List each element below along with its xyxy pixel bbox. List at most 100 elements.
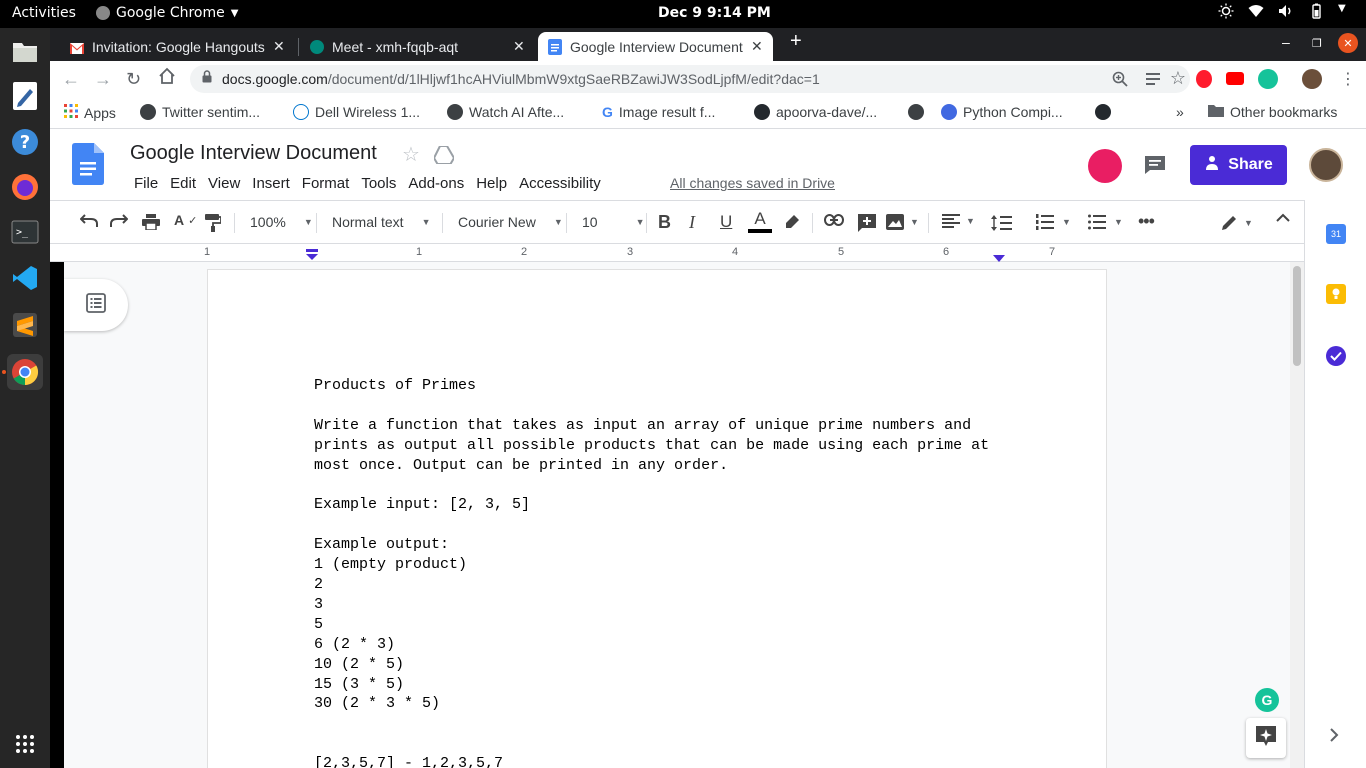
bulleted-list-icon[interactable]: ▼ — [1088, 214, 1123, 230]
maximize-icon[interactable]: ❐ — [1312, 37, 1322, 50]
underline-icon[interactable]: U — [720, 212, 732, 232]
document-outline-button[interactable] — [64, 279, 128, 331]
vertical-scrollbar[interactable] — [1290, 262, 1304, 768]
highlight-color-icon[interactable] — [784, 214, 800, 230]
menu-tools[interactable]: Tools — [355, 175, 402, 192]
reload-icon[interactable]: ↻ — [126, 69, 141, 90]
terminal-icon[interactable]: >_ — [7, 214, 43, 250]
bookmark-image-result[interactable]: G Image result f... — [602, 104, 715, 120]
close-tab-icon[interactable]: ✕ — [513, 38, 525, 55]
tab-gmail[interactable]: Invitation: Google Hangouts ✕ — [60, 32, 295, 61]
undo-icon[interactable] — [80, 214, 98, 228]
zoom-select[interactable]: 100% ▼ — [250, 214, 313, 230]
drive-status-icon[interactable] — [432, 145, 456, 169]
menu-file[interactable]: File — [128, 175, 164, 192]
scrollbar-thumb[interactable] — [1293, 266, 1301, 366]
align-icon[interactable]: ▼ — [942, 214, 975, 228]
new-tab-button[interactable]: + — [790, 30, 802, 53]
hide-menus-icon[interactable] — [1276, 213, 1290, 223]
close-tab-icon[interactable]: ✕ — [751, 38, 763, 55]
close-tab-icon[interactable]: ✕ — [273, 38, 285, 55]
activities-button[interactable]: Activities — [12, 5, 76, 21]
minimize-icon[interactable]: – — [1282, 34, 1290, 50]
clock[interactable]: Dec 9 9:14 PM — [658, 5, 771, 21]
grammarly-icon[interactable]: G — [1255, 688, 1279, 712]
star-icon[interactable]: ☆ — [402, 142, 420, 167]
bookmark-dell-wireless[interactable]: Dell Wireless 1... — [293, 104, 420, 120]
tasks-icon[interactable] — [1326, 346, 1346, 366]
font-family-select[interactable]: Courier New ▼ — [458, 214, 563, 230]
insert-link-icon[interactable] — [824, 214, 844, 226]
files-icon[interactable] — [7, 34, 43, 70]
bold-icon[interactable]: B — [658, 212, 671, 233]
bookmark-twitter-sentiment[interactable]: Twitter sentim... — [140, 104, 260, 120]
font-size-select[interactable]: 10 ▼ — [582, 214, 645, 230]
menu-add-ons[interactable]: Add-ons — [402, 175, 470, 192]
document-page[interactable]: Products of Primes Write a function that … — [208, 270, 1106, 768]
extension-grammarly-beta-icon[interactable] — [1258, 69, 1278, 89]
vscode-icon[interactable] — [7, 260, 43, 296]
bookmarks-overflow[interactable]: » — [1176, 104, 1184, 120]
address-bar[interactable]: docs.google.com /document/d/1lHljwf1hcAH… — [190, 65, 1190, 93]
expand-panel-icon[interactable] — [1329, 728, 1339, 747]
tab-google-docs[interactable]: Google Interview Document ✕ — [538, 32, 773, 61]
show-apps-icon[interactable] — [7, 726, 43, 762]
extension-opera-icon[interactable] — [1196, 70, 1212, 88]
sublime-icon[interactable] — [7, 307, 43, 343]
reader-mode-icon[interactable] — [1146, 72, 1160, 91]
editing-mode-icon[interactable]: ▼ — [1220, 214, 1253, 232]
profile-avatar[interactable] — [1302, 69, 1322, 89]
bookmark-globe[interactable] — [908, 104, 924, 120]
system-tray[interactable]: ▼ — [1218, 3, 1354, 19]
italic-icon[interactable]: I — [689, 212, 695, 233]
help-icon[interactable]: ? — [7, 124, 43, 160]
calendar-icon[interactable]: 31 — [1326, 224, 1346, 244]
numbered-list-icon[interactable]: ▼ — [1036, 214, 1071, 230]
back-icon[interactable]: ← — [62, 69, 80, 90]
lock-icon[interactable] — [202, 70, 212, 88]
redo-icon[interactable] — [110, 214, 128, 228]
menu-accessibility[interactable]: Accessibility — [513, 175, 607, 192]
bookmark-apoorva-dave[interactable]: apoorva-dave/... — [754, 104, 877, 120]
bookmark-apps[interactable]: Apps — [64, 104, 116, 121]
app-menu[interactable]: Google Chrome ▼ — [96, 5, 238, 21]
insert-image-icon[interactable]: ▼ — [886, 214, 919, 230]
spellcheck-icon[interactable]: A ✓ — [174, 212, 197, 228]
line-spacing-icon[interactable] — [990, 214, 1012, 232]
firefox-icon[interactable] — [7, 169, 43, 205]
print-icon[interactable] — [142, 214, 160, 230]
text-color-icon[interactable]: A — [748, 209, 772, 233]
chrome-icon[interactable] — [7, 354, 43, 390]
share-button[interactable]: Share — [1190, 145, 1287, 185]
menu-insert[interactable]: Insert — [246, 175, 296, 192]
bookmark-watch-ai[interactable]: Watch AI Afte... — [447, 104, 564, 120]
text-editor-icon[interactable] — [7, 78, 43, 114]
chrome-menu-icon[interactable]: ⋮ — [1340, 69, 1356, 89]
bookmark-star-icon[interactable]: ☆ — [1170, 68, 1186, 89]
paint-format-icon[interactable] — [205, 214, 221, 232]
extension-youtube-icon[interactable] — [1226, 72, 1244, 85]
insert-comment-icon[interactable] — [858, 214, 876, 232]
save-status[interactable]: All changes saved in Drive — [670, 175, 835, 191]
account-avatar[interactable] — [1309, 148, 1343, 182]
menu-help[interactable]: Help — [470, 175, 513, 192]
forward-icon[interactable]: → — [94, 69, 112, 90]
docs-logo-icon[interactable] — [72, 143, 108, 187]
menu-edit[interactable]: Edit — [164, 175, 202, 192]
keep-icon[interactable] — [1326, 284, 1346, 304]
home-icon[interactable] — [158, 67, 176, 90]
explore-button[interactable] — [1246, 718, 1286, 758]
paragraph-style-select[interactable]: Normal text ▼ — [332, 214, 431, 230]
bookmark-github[interactable] — [1095, 104, 1111, 120]
document-title[interactable]: Google Interview Document — [130, 142, 377, 165]
menu-format[interactable]: Format — [296, 175, 356, 192]
other-bookmarks[interactable]: Other bookmarks — [1208, 104, 1337, 120]
zoom-icon[interactable] — [1112, 71, 1128, 92]
close-window-icon[interactable]: ✕ — [1338, 33, 1358, 53]
more-options-icon[interactable]: ••• — [1138, 211, 1155, 232]
comment-history-icon[interactable] — [1144, 155, 1166, 180]
document-body[interactable]: Products of Primes Write a function that … — [314, 376, 989, 768]
tab-meet[interactable]: Meet - xmh-fqqb-aqt ✕ — [300, 32, 535, 61]
anonymous-user-avatar[interactable] — [1088, 149, 1122, 183]
menu-view[interactable]: View — [202, 175, 246, 192]
